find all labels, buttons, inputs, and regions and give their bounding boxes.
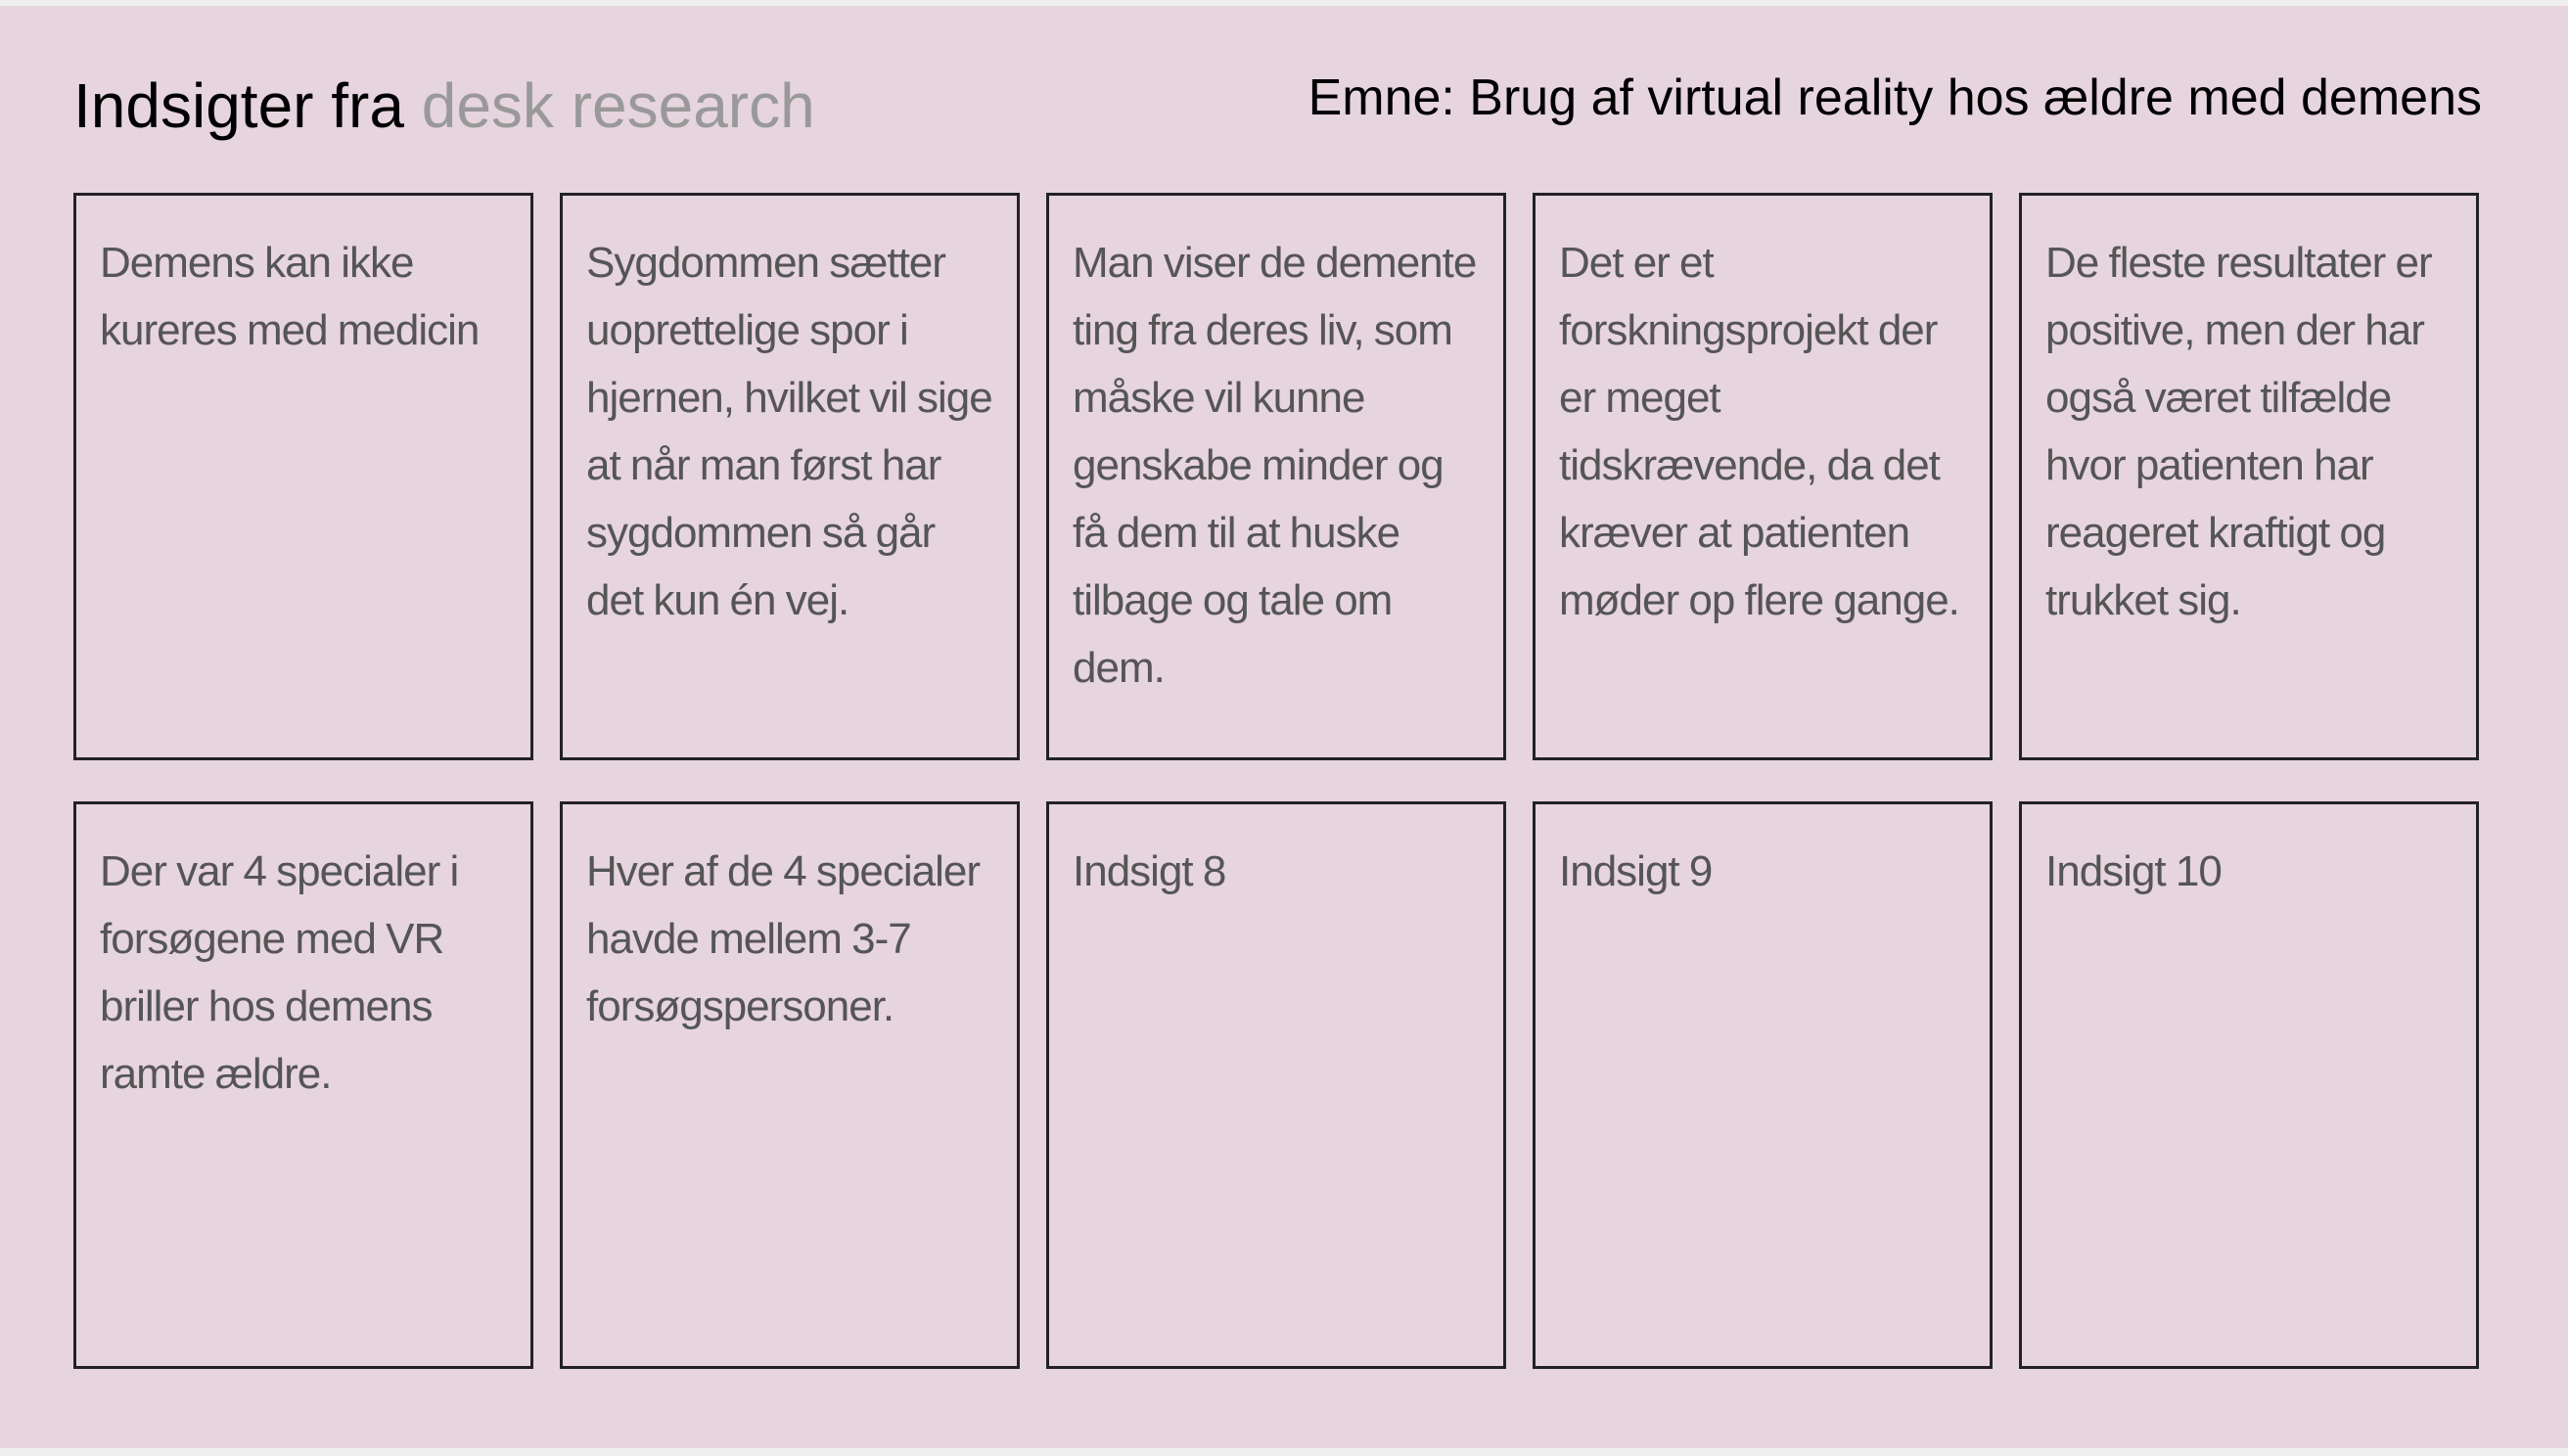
insight-card-7[interactable]: Hver af de 4 specialer havde mellem 3-7 … (560, 801, 1020, 1369)
insight-text: Demens kan ikke kureres med medicin (100, 239, 480, 354)
insight-card-3[interactable]: Man viser de demente ting fra deres liv,… (1046, 193, 1506, 760)
insight-text: De fleste resultater er positive, men de… (2045, 239, 2433, 624)
insight-text: Det er et forskningsprojekt der er meget… (1559, 239, 1960, 624)
topic-label: Emne: Brug af virtual reality hos ældre … (1307, 69, 2482, 126)
insight-text: Man viser de demente ting fra deres liv,… (1073, 239, 1477, 692)
insight-card-4[interactable]: Det er et forskningsprojekt der er meget… (1533, 193, 1993, 760)
insight-card-6[interactable]: Der var 4 specialer i forsøgene med VR b… (73, 801, 533, 1369)
insight-card-2[interactable]: Sygdommen sætter uoprettelige spor i hje… (560, 193, 1020, 760)
insight-card-9[interactable]: Indsigt 9 (1533, 801, 1993, 1369)
insight-text: Indsigt 10 (2045, 847, 2223, 895)
insights-grid: Demens kan ikke kureres med medicin Sygd… (73, 193, 2482, 1379)
title-main: Indsigter fra (73, 70, 404, 141)
title-muted: desk research (421, 70, 815, 141)
insight-text: Sygdommen sætter uoprettelige spor i hje… (586, 239, 993, 624)
insight-card-1[interactable]: Demens kan ikke kureres med medicin (73, 193, 533, 760)
insight-text: Indsigt 8 (1073, 847, 1226, 895)
insight-text: Indsigt 9 (1559, 847, 1713, 895)
insight-text: Hver af de 4 specialer havde mellem 3-7 … (586, 847, 981, 1030)
insight-card-10[interactable]: Indsigt 10 (2019, 801, 2479, 1369)
insight-text: Der var 4 specialer i forsøgene med VR b… (100, 847, 459, 1098)
slide-canvas: Indsigter fra desk research Emne: Brug a… (0, 6, 2568, 1448)
page-title: Indsigter fra desk research (73, 68, 815, 143)
insight-card-8[interactable]: Indsigt 8 (1046, 801, 1506, 1369)
insight-card-5[interactable]: De fleste resultater er positive, men de… (2019, 193, 2479, 760)
